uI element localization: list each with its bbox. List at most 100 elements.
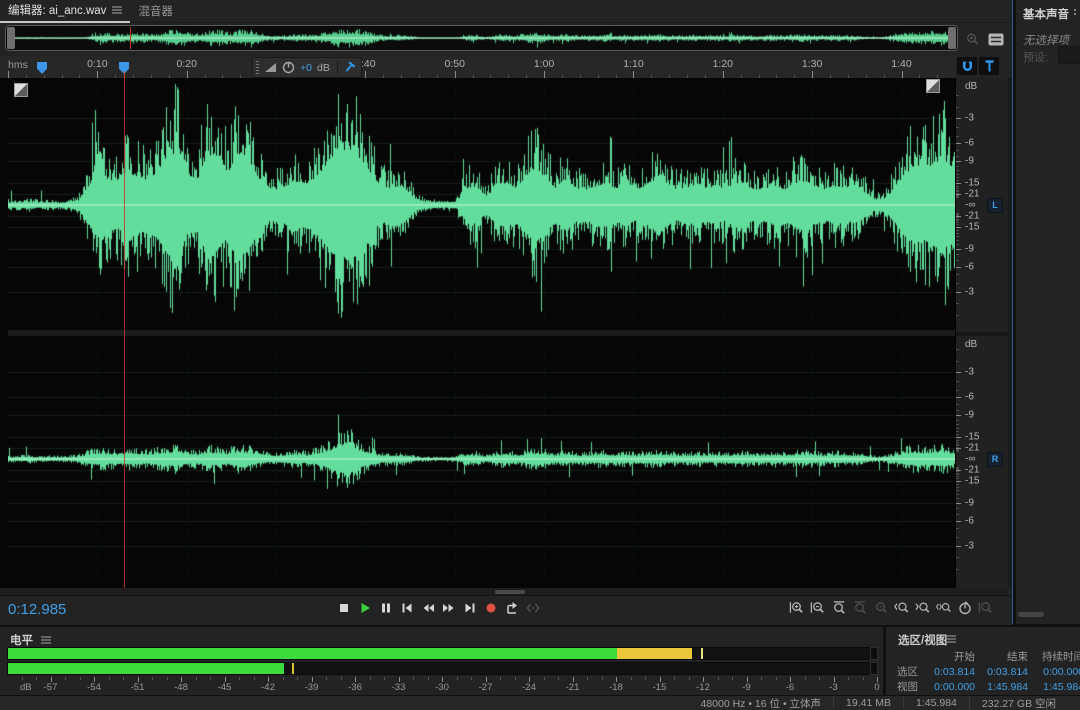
fast-forward-button[interactable] [441,599,457,617]
panel-tabbar: 编辑器: ai_anc.wav 混音器 [0,0,1013,23]
waveform-display[interactable] [0,78,955,588]
loop-playback-button[interactable] [504,599,520,617]
corner-grip-topleft[interactable] [14,83,28,97]
ruler-time-label: 1:10 [623,58,643,70]
zoom-full-button[interactable] [978,599,994,617]
view-end-value[interactable]: 1:45.984 [975,681,1028,693]
amplitude-scale[interactable]: dB-3-3-6-6-9-9-15-15-21-21-∞LdB-3-3-6-6-… [955,78,1008,588]
marker-pin-button[interactable] [979,57,999,75]
zoom-amplitude-out-button[interactable] [873,599,889,617]
rewind-button[interactable] [420,599,436,617]
channel-badge[interactable]: R [987,452,1003,467]
transport-bar: 0:12.985 [0,595,1013,625]
ruler-unit-label: hms [8,59,28,71]
skip-to-end-button[interactable] [462,599,478,617]
horizontal-scrollbar[interactable] [0,588,1008,595]
hud-gain-value[interactable]: +0 [300,62,312,74]
hud-gain-unit: dB [317,62,330,74]
ruler-time-label: 1:30 [802,58,822,70]
hud-grip-handle[interactable] [256,61,259,74]
zoom-buttons [789,599,994,617]
zoom-to-selection-button[interactable] [936,599,952,617]
record-icon [483,600,499,616]
status-file-size: 19.41 MB [833,697,903,709]
selection-view-panel: 选区/视图 开始 结束 持续时间 选区 0:03.814 0:03.814 0:… [886,627,1080,695]
panel-focus-border [1012,0,1013,624]
play-icon [357,600,373,616]
ruler-time-label: 0:50 [445,58,465,70]
waveform-canvas[interactable] [8,78,955,588]
panel-menu-dots-icon[interactable] [1074,9,1076,11]
clip-indicator-left[interactable] [870,647,878,660]
ruler-time-label: 1:20 [713,58,733,70]
selection-duration-value[interactable]: 0:00.000 [1028,666,1080,678]
essential-sound-title: 基本声音 [1023,6,1069,22]
overview-navigator[interactable] [5,25,958,51]
playhead-line[interactable] [124,78,125,588]
zoom-in-right-button[interactable] [915,599,931,617]
row-view-label: 视图 [892,679,920,694]
audition-window: 编辑器: ai_anc.wav 混音器 hms 0:100:200:300:40… [0,0,1080,710]
gain-hud[interactable]: +0 dB [252,57,362,78]
skip-selection-button[interactable] [525,599,541,617]
panel-menu-icon[interactable] [112,6,122,14]
skip-to-start-button[interactable] [399,599,415,617]
zoom-selection-button[interactable] [831,599,847,617]
magnifier-icon [965,32,980,47]
panel-list-icon [988,33,1004,46]
overview-left-handle[interactable] [7,27,15,49]
row-selection-label: 选区 [892,664,920,679]
preset-input[interactable] [1058,46,1080,64]
navigator-menu-button[interactable] [985,30,1007,48]
preset-label: 预设: [1023,49,1048,65]
selection-end-value[interactable]: 0:03.814 [975,666,1028,678]
status-bar: 48000 Hz • 16 位 • 立体声 19.41 MB 1:45.984 … [0,695,1080,710]
tab-mixer-label: 混音器 [138,3,173,19]
marker-pin[interactable] [37,62,47,74]
channel-badge[interactable]: L [987,198,1003,213]
pin-icon [984,60,995,73]
panel-menu-icon[interactable] [946,635,956,643]
hud-pin-icon[interactable] [340,59,357,76]
stop-button[interactable] [336,599,352,617]
zoom-amplitude-in-button[interactable] [852,599,868,617]
zoom-in-button[interactable] [789,599,805,617]
selection-view-table: 开始 结束 持续时间 选区 0:03.814 0:03.814 0:00.000… [892,649,1080,694]
transport-buttons [336,599,541,617]
tab-editor[interactable]: 编辑器: ai_anc.wav [0,0,130,23]
snap-toggle-button[interactable] [957,57,977,75]
view-duration-value[interactable]: 1:45.984 [1028,681,1080,693]
ruler-time-label: 1:00 [534,58,554,70]
overview-waveform[interactable] [15,27,950,49]
tab-mixer[interactable]: 混音器 [130,1,181,22]
ruler-time-label: 0:20 [176,58,196,70]
zoom-in-left-button[interactable] [894,599,910,617]
levels-panel: 电平 dB-57-54-51-48-45-42-39-36-33-30-27-2… [0,627,883,695]
ruler-playhead-tick[interactable] [124,71,125,78]
zoom-out-button[interactable] [810,599,826,617]
levels-title: 电平 [10,632,33,648]
record-button[interactable] [483,599,499,617]
playhead-time-display[interactable]: 0:12.985 [8,601,66,618]
level-meter-right[interactable] [7,662,878,675]
panel-menu-icon[interactable] [41,636,51,644]
play-button[interactable] [357,599,373,617]
overview-right-handle[interactable] [948,27,956,49]
timeline-ruler[interactable]: hms 0:100:200:300:400:501:001:101:201:30… [0,56,955,79]
clip-indicator-right[interactable] [870,662,878,675]
status-free-space: 232.27 GB 空闲 [969,696,1068,710]
corner-grip-topright[interactable] [926,79,940,93]
pause-button[interactable] [378,599,394,617]
tab-editor-label: 编辑器: ai_anc.wav [8,2,106,18]
navigator-zoom-button[interactable] [961,30,983,48]
stop-icon [336,600,352,616]
gain-knob-icon[interactable] [282,61,295,74]
selection-view-title: 选区/视图 [898,632,947,648]
reset-zoom-button[interactable] [957,599,973,617]
rewind-icon [420,600,436,616]
level-meter-left[interactable] [7,647,878,660]
sidebar-scrollbar-thumb[interactable] [1018,612,1044,617]
selection-start-value[interactable]: 0:03.814 [920,666,975,678]
horizontal-scrollbar-thumb[interactable] [495,590,525,594]
view-start-value[interactable]: 0:00.000 [920,681,975,693]
